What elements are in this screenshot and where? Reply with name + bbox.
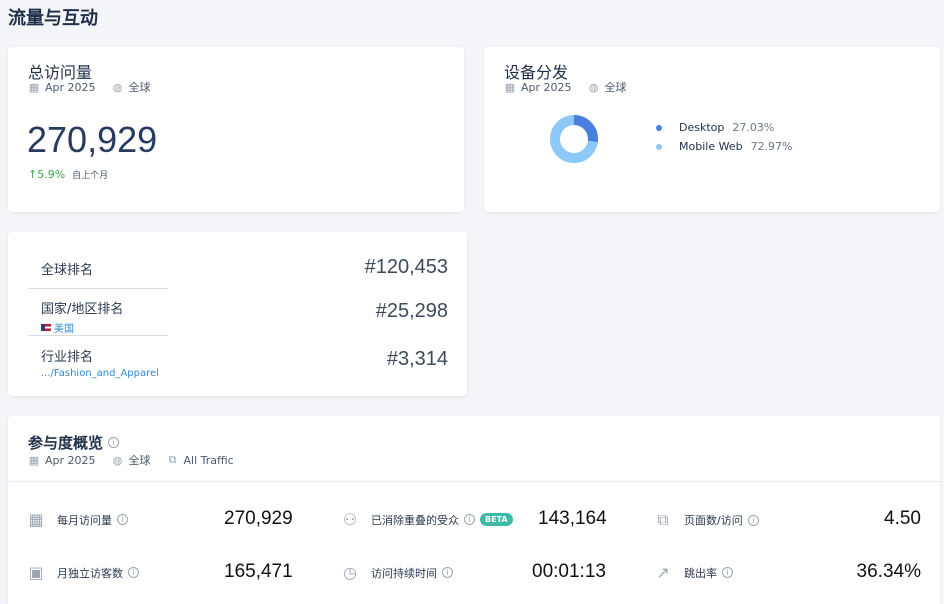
industry-rank-link[interactable]: .../Fashion_and_Apparel <box>28 368 448 379</box>
pages-per-visit-metric: ⧉ 页面数/访问 i <box>653 510 759 530</box>
legend-label: Mobile Web <box>679 140 743 153</box>
info-icon[interactable]: i <box>722 567 733 578</box>
total-visits-meta: ▦ Apr 2025 ◍ 全球 <box>28 79 151 95</box>
pages-icon: ⧉ <box>657 510 669 529</box>
legend-dot-desktop <box>656 124 662 131</box>
engagement-meta: ▦ Apr 2025 ◍ 全球 ⧉ All Traffic <box>28 452 234 468</box>
bounce-rate-value: 36.34% <box>856 561 921 582</box>
change-value: ↑5.9% <box>28 168 66 181</box>
metric-label: 每月访问量 <box>57 513 112 527</box>
engagement-divider <box>8 481 940 482</box>
country-rank-row: 国家/地区排名 美国 #25,298 <box>28 298 448 335</box>
rank-divider <box>28 288 168 289</box>
ranks-card: 全球排名 #120,453 国家/地区排名 美国 #25,298 行业排名 ..… <box>8 232 467 396</box>
legend-desktop: Desktop 27.03% <box>656 121 793 134</box>
legend-label: Desktop <box>679 121 725 134</box>
traffic-icon: ⧉ <box>168 453 177 466</box>
legend-mobile: Mobile Web 72.97% <box>656 140 793 153</box>
legend-dot-mobile <box>656 143 662 150</box>
info-icon[interactable]: i <box>464 514 475 525</box>
date-label: Apr 2025 <box>45 453 96 467</box>
device-meta: ▦ Apr 2025 ◍ 全球 <box>504 79 627 95</box>
beta-badge: BETA <box>480 513 513 526</box>
visit-duration-value: 00:01:13 <box>532 561 606 582</box>
total-visits-change: ↑5.9% 自上个月 <box>28 168 108 181</box>
info-icon[interactable]: i <box>117 514 128 525</box>
dedup-audience-metric: ⚇ 已消除重叠的受众 i BETA <box>340 510 513 529</box>
region-label: 全球 <box>604 81 627 94</box>
metric-label: 访问持续时间 <box>371 566 437 580</box>
industry-rank-value: #3,314 <box>386 348 448 370</box>
device-legend: Desktop 27.03% Mobile Web 72.97% <box>656 121 793 153</box>
info-icon[interactable]: i <box>128 567 139 578</box>
date-label: Apr 2025 <box>45 80 96 94</box>
pages-per-visit-value: 4.50 <box>884 508 921 529</box>
stopwatch-icon: ◷ <box>343 563 357 582</box>
engagement-card: 参与度概览 i ▦ Apr 2025 ◍ 全球 ⧉ All Traffic ▦ … <box>8 416 940 604</box>
info-icon[interactable]: i <box>747 514 759 526</box>
total-visits-card: 总访问量 ▦ Apr 2025 ◍ 全球 270,929 ↑5.9% 自上个月 <box>8 47 464 212</box>
engagement-title: 参与度概览 <box>28 434 104 452</box>
calendar-icon: ▦ <box>504 80 516 94</box>
country-name: 美国 <box>54 324 74 335</box>
metric-label: 已消除重叠的受众 <box>371 513 459 527</box>
engagement-header: 参与度概览 i <box>28 432 120 453</box>
country-rank-value: #25,298 <box>375 300 448 322</box>
globe-icon: ◍ <box>112 80 123 94</box>
metric-label: 页面数/访问 <box>684 514 743 527</box>
legend-pct: 72.97% <box>750 140 793 153</box>
unique-visitors-metric: ▣ 月独立访客数 i <box>26 563 139 582</box>
info-icon[interactable]: i <box>108 437 120 448</box>
device-donut-chart <box>550 115 598 163</box>
date-label: Apr 2025 <box>521 80 572 94</box>
globe-icon: ◍ <box>112 453 123 467</box>
total-visits-value: 270,929 <box>27 119 158 160</box>
info-icon[interactable]: i <box>442 567 453 578</box>
monthly-visits-value: 270,929 <box>224 508 293 529</box>
trend-icon: ↗ <box>656 563 670 582</box>
rank-divider <box>28 335 168 336</box>
page-title: 流量与互动 <box>8 8 98 29</box>
calendar-icon: ▦ <box>28 453 40 467</box>
unique-visitors-value: 165,471 <box>224 561 293 582</box>
metric-label: 月独立访客数 <box>57 566 123 580</box>
visit-duration-metric: ◷ 访问持续时间 i <box>340 563 453 582</box>
region-label: 全球 <box>128 81 151 94</box>
bounce-rate-metric: ↗ 跳出率 i <box>653 563 733 582</box>
calendar-icon: ▦ <box>28 510 44 529</box>
users-icon: ⚇ <box>342 510 358 529</box>
industry-rank-row: 行业排名 .../Fashion_and_Apparel #3,314 <box>28 346 448 382</box>
global-rank-value: #120,453 <box>364 256 448 278</box>
globe-icon: ◍ <box>588 80 599 94</box>
industry-rank-label: 行业排名 <box>41 350 94 365</box>
us-flag-icon <box>41 324 51 331</box>
dedup-audience-value: 143,164 <box>538 508 607 529</box>
region-label: 全球 <box>128 454 151 467</box>
change-label: 自上个月 <box>72 171 109 181</box>
legend-pct: 27.03% <box>732 121 775 134</box>
metric-label: 跳出率 <box>684 566 717 580</box>
monthly-visits-metric: ▦ 每月访问量 i <box>26 510 128 529</box>
visitor-card-icon: ▣ <box>28 563 44 582</box>
calendar-icon: ▦ <box>28 80 40 94</box>
traffic-label: All Traffic <box>183 453 234 467</box>
global-rank-row: 全球排名 #120,453 <box>28 256 448 286</box>
device-card: 设备分发 ▦ Apr 2025 ◍ 全球 Desktop 27.03% Mobi… <box>484 47 940 212</box>
